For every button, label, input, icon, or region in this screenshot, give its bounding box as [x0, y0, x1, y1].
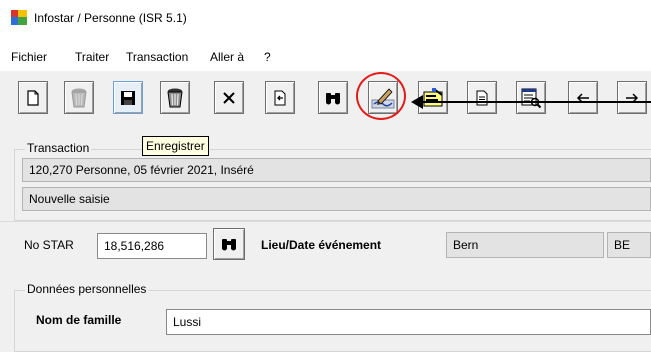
close-x-icon: [223, 91, 235, 104]
new-button[interactable]: [18, 81, 48, 114]
next-button[interactable]: [617, 81, 647, 114]
divider: [0, 221, 651, 222]
event-place-date-label: Lieu/Date événement: [261, 238, 382, 252]
save-button[interactable]: [113, 81, 143, 114]
family-name-label: Nom de famille: [36, 313, 122, 327]
transaction-info-field: 120,270 Personne, 05 février 2021, Insér…: [22, 158, 651, 182]
app-icon: [11, 10, 27, 25]
close-button[interactable]: [214, 81, 244, 114]
transaction-mode-field: Nouvelle saisie: [22, 187, 651, 211]
delete-button[interactable]: [160, 81, 190, 114]
import-button[interactable]: [265, 81, 295, 114]
new-document-icon: [27, 89, 39, 106]
event-canton-field: BE: [607, 232, 651, 258]
delete-disabled-button[interactable]: [64, 81, 94, 114]
menu-traiter[interactable]: Traiter: [75, 50, 109, 64]
trash-icon: [71, 88, 87, 107]
trash-icon: [167, 88, 183, 107]
binoculars-icon: [222, 239, 236, 251]
menu-transaction[interactable]: Transaction: [126, 50, 188, 64]
save-tooltip: Enregistrer: [142, 136, 209, 156]
import-icon: [274, 90, 286, 105]
personal-data-label: Données personnelles: [25, 282, 149, 296]
star-search-button[interactable]: [213, 228, 245, 260]
search-list-icon: [521, 88, 542, 108]
menu-aller-a[interactable]: Aller à: [210, 50, 244, 64]
edit-card-icon: [423, 87, 443, 106]
no-star-input[interactable]: 18,516,286: [97, 233, 207, 259]
window-title: Infostar / Personne (ISR 5.1): [34, 11, 187, 25]
annotation-arrow-line: [421, 101, 651, 103]
save-floppy-icon: [121, 90, 135, 105]
transaction-label: Transaction: [25, 141, 92, 155]
highlight-circle: [356, 72, 406, 120]
menu-fichier[interactable]: Fichier: [11, 50, 47, 64]
family-name-input[interactable]: Lussi: [166, 309, 651, 335]
menu-help[interactable]: ?: [264, 50, 271, 64]
document-icon: [476, 90, 488, 105]
binoculars-icon: [326, 92, 340, 104]
previous-button[interactable]: [568, 81, 598, 114]
document-button[interactable]: [467, 81, 497, 114]
no-star-label: No STAR: [24, 238, 74, 252]
search-list-button[interactable]: [516, 81, 546, 114]
event-place-field: Bern: [446, 232, 604, 258]
search-button[interactable]: [318, 81, 348, 114]
